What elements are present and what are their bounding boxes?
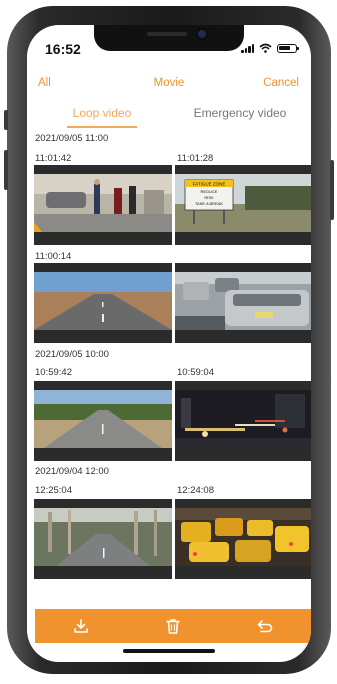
status-time: 16:52 xyxy=(45,41,81,57)
clip-time-label: 10:59:42 xyxy=(35,367,72,378)
side-button-left-2 xyxy=(4,150,8,190)
tab-emergency-video[interactable]: Emergency video xyxy=(175,106,305,120)
video-thumbnail[interactable] xyxy=(175,381,311,461)
sign-line-1: FATIGUE ZONE xyxy=(193,182,226,187)
signal-icon xyxy=(241,43,254,53)
status-icons xyxy=(241,43,299,53)
tab-loop-video[interactable]: Loop video xyxy=(57,106,147,120)
tab-active-indicator xyxy=(67,126,137,128)
thumbnail-outback-road xyxy=(34,272,172,330)
side-button-right xyxy=(330,160,334,220)
front-camera xyxy=(198,30,206,38)
clip-time-label: 11:01:28 xyxy=(177,153,214,164)
video-thumbnail[interactable]: FATIGUE ZONE REDUCE RISK TAKE A BREAK xyxy=(175,165,311,245)
clip-time-label: 11:00:14 xyxy=(35,251,72,262)
battery-icon xyxy=(277,43,299,53)
app-screen: 16:52 All Movie Cancel Loop video Emerge… xyxy=(27,25,311,662)
sign-line-4: TAKE A BREAK xyxy=(195,201,223,206)
return-icon xyxy=(257,620,273,633)
video-thumbnail[interactable] xyxy=(34,381,172,461)
tab-bar: Loop video Emergency video xyxy=(27,106,311,130)
home-indicator[interactable] xyxy=(123,649,215,653)
group-date-label: 2021/09/04 12:00 xyxy=(35,466,109,477)
thumbnail-taxi-traffic xyxy=(175,508,311,566)
video-thumbnail[interactable] xyxy=(34,165,172,245)
video-thumbnail[interactable] xyxy=(175,499,311,579)
thumbnail-car-traffic xyxy=(175,272,311,330)
nav-bar: All Movie Cancel xyxy=(27,77,311,97)
clip-time-label: 10:59:04 xyxy=(177,367,214,378)
sign-line-2: REDUCE xyxy=(201,189,218,194)
wifi-icon xyxy=(259,43,272,53)
thumbnail-forest-road xyxy=(34,508,172,566)
sign-line-3: RISK xyxy=(204,195,214,200)
speaker-grille xyxy=(147,32,187,36)
download-icon xyxy=(74,619,88,633)
clip-time-label: 12:24:08 xyxy=(177,485,214,496)
delete-button[interactable] xyxy=(162,615,184,637)
thumbnail-street-pedestrians xyxy=(34,174,172,232)
thumbnail-fatigue-zone-sign: FATIGUE ZONE REDUCE RISK TAKE A BREAK xyxy=(175,174,311,232)
group-date-label: 2021/09/05 11:00 xyxy=(35,133,109,144)
trash-icon xyxy=(166,619,180,634)
action-toolbar xyxy=(35,609,311,643)
download-button[interactable] xyxy=(70,615,92,637)
group-date-label: 2021/09/05 10:00 xyxy=(35,349,109,360)
clip-time-label: 11:01:42 xyxy=(35,153,72,164)
cancel-button[interactable]: Cancel xyxy=(263,77,299,89)
thumbnail-night-traffic xyxy=(175,390,311,448)
thumbnail-tree-lined-road xyxy=(34,390,172,448)
notch xyxy=(94,25,244,51)
back-button[interactable] xyxy=(254,615,276,637)
clip-time-label: 12:25:04 xyxy=(35,485,72,496)
video-thumbnail[interactable] xyxy=(34,263,172,343)
video-thumbnail[interactable] xyxy=(34,499,172,579)
side-button-left-1 xyxy=(4,110,8,130)
video-thumbnail[interactable] xyxy=(175,263,311,343)
